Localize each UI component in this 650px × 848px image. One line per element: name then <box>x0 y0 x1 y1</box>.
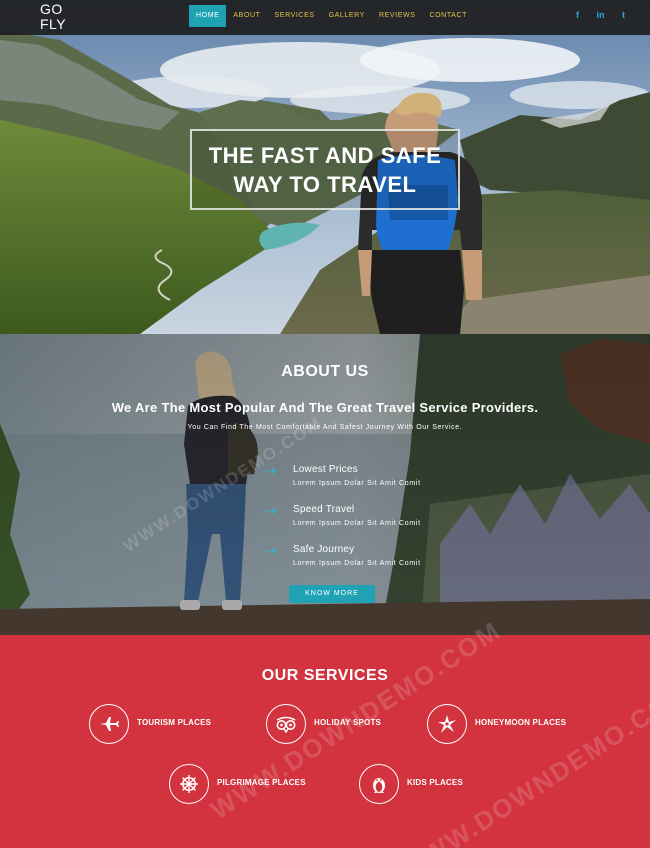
service-label: HOLIDAY SPOTS <box>314 718 382 727</box>
services-title: OUR SERVICES <box>261 667 389 684</box>
tripadvisor-icon <box>276 716 296 734</box>
about-section: ABOUT US We Are The Most Popular And The… <box>0 334 650 635</box>
feature-lowest-prices: ⇢ Lowest Prices Lorem Ipsum Dolar Sit Am… <box>265 464 485 492</box>
social-links: f in t <box>573 9 628 21</box>
feature-text: Lorem Ipsum Dolar Sit Amit Comit <box>293 560 421 567</box>
feature-title: Lowest Prices <box>293 464 358 475</box>
site-logo[interactable]: GO FLY <box>40 2 80 32</box>
nav-home[interactable]: HOME <box>189 5 227 27</box>
penguin-icon <box>373 778 385 793</box>
ship-wheel-icon <box>180 775 198 793</box>
service-icon-circle <box>359 764 399 804</box>
service-label: HONEYMOON PLACES <box>475 718 567 727</box>
arrow-right-icon: ⇢ <box>265 504 276 519</box>
nav-gallery[interactable]: GALLERY <box>322 5 372 27</box>
airplane-icon <box>100 717 119 731</box>
service-icon-circle <box>427 704 467 744</box>
twitter-icon[interactable]: t <box>619 9 628 21</box>
hero-headline-line-2: WAY TO TRAVEL <box>233 171 417 197</box>
about-subtitle: We Are The Most Popular And The Great Tr… <box>111 400 539 415</box>
feature-safe-journey: ⇢ Safe Journey Lorem Ipsum Dolar Sit Ami… <box>265 544 485 572</box>
feature-text: Lorem Ipsum Dolar Sit Amit Comit <box>293 480 421 487</box>
service-label: PILGRIMAGE PLACES <box>217 778 306 787</box>
nav-reviews[interactable]: REVIEWS <box>372 5 422 27</box>
feature-title: Speed Travel <box>293 504 355 515</box>
top-navbar: GO FLY HOME ABOUT SERVICES GALLERY REVIE… <box>0 0 650 35</box>
facebook-icon[interactable]: f <box>573 9 582 21</box>
nav-contact[interactable]: CONTACT <box>422 5 474 27</box>
arrow-right-icon: ⇢ <box>265 464 276 479</box>
shuriken-icon <box>438 715 456 733</box>
feature-text: Lorem Ipsum Dolar Sit Amit Comit <box>293 520 421 527</box>
linkedin-icon[interactable]: in <box>596 9 605 21</box>
about-description: You Can Find The Most Comfortable And Sa… <box>187 424 463 431</box>
hero-headline-line-1: THE FAST AND SAFE <box>208 142 442 168</box>
service-label: KIDS PLACES <box>407 778 463 787</box>
arrow-right-icon: ⇢ <box>265 544 276 559</box>
service-label: TOURISM PLACES <box>137 718 212 727</box>
service-icon-circle <box>89 704 129 744</box>
service-icon-circle <box>266 704 306 744</box>
know-more-button[interactable]: KNOW MORE <box>289 585 375 603</box>
services-section: OUR SERVICES TOURISM PLACES HOLIDAY SPOT… <box>0 635 650 848</box>
nav-about[interactable]: ABOUT <box>226 5 267 27</box>
hero-headline-box: THE FAST AND SAFE WAY TO TRAVEL <box>190 129 460 210</box>
about-title: ABOUT US <box>281 363 369 380</box>
main-menu: HOME ABOUT SERVICES GALLERY REVIEWS CONT… <box>189 5 474 27</box>
nav-services[interactable]: SERVICES <box>268 5 322 27</box>
feature-speed-travel: ⇢ Speed Travel Lorem Ipsum Dolar Sit Ami… <box>265 504 485 532</box>
feature-title: Safe Journey <box>293 544 355 555</box>
service-icon-circle <box>169 764 209 804</box>
